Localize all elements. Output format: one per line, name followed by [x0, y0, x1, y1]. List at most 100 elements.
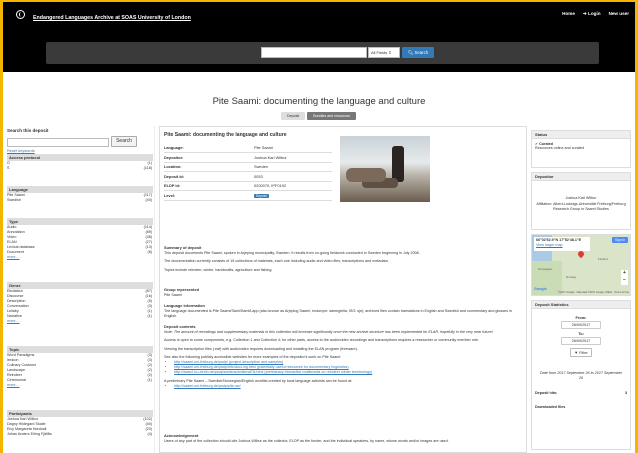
info-key: Depositor:	[164, 152, 254, 163]
facet-4: Topic Word Paradigms (3) lexicon (3) Culinary…	[7, 346, 153, 388]
info-key: Language:	[164, 143, 254, 153]
language-info-title: Language information	[164, 303, 205, 308]
view-larger-map-link[interactable]: View larger map	[536, 243, 588, 248]
info-key: ELDP Id:	[164, 181, 254, 191]
search-field-select[interactable]: All Fields ⇕	[368, 47, 400, 58]
external-link[interactable]: http://www2.hu-berlin.de/psdp/amilens/am…	[174, 370, 524, 375]
login-icon: ➔	[582, 11, 587, 16]
facet-title: Participants	[7, 410, 153, 417]
group-title: Group represented	[164, 287, 200, 292]
hits-value: 3	[624, 391, 627, 395]
info-value: Deposit	[254, 190, 332, 201]
filter-button[interactable]: ▼ Filter	[570, 348, 592, 357]
map-label-finland: Finland	[598, 257, 608, 261]
elar-logo-icon[interactable]	[16, 10, 25, 19]
facet-item[interactable]: Johan Anders Erling Fjällås (4)	[7, 432, 153, 437]
facet-more-link[interactable]: more....	[7, 383, 153, 388]
deposit-hits-row: Deposit hits: 3	[532, 391, 630, 395]
search-button[interactable]: 🔍︎ Search	[402, 47, 434, 58]
facet-title: Type	[7, 218, 153, 225]
date-range-text: Date from 2017 September 26 to 2017 Sept…	[540, 371, 622, 380]
group-section: Group represented Pite Saami	[164, 287, 524, 298]
map-label-norwegian: Norwegian	[538, 267, 553, 271]
info-value: 0053	[254, 171, 332, 182]
facet-item-label: Swedish	[7, 198, 21, 202]
to-date-input[interactable]: 26/09/2017	[561, 337, 601, 345]
deposit-search-input[interactable]	[7, 138, 109, 147]
facet-item-count: (1)	[147, 378, 152, 382]
nav-login-label: Login	[588, 11, 601, 16]
map-info-card: 66°02'52.9"N 17°52'48.1"E View larger ma…	[534, 237, 590, 251]
facet-item[interactable]: S (118)	[7, 166, 153, 171]
status-body: ✔ Curated Resources online and curated	[532, 139, 630, 153]
depositor-body: Joshua Karl Wilbur Affiliation: Albert-L…	[532, 181, 630, 216]
search-input[interactable]	[261, 47, 367, 58]
table-row: Level: Deposit	[164, 190, 332, 201]
contents-title: Deposit contents	[164, 324, 196, 329]
facet-3: Genre Elicitation (87) Discourse (16) Descrip…	[7, 282, 153, 324]
nav-login[interactable]: ➔ Login	[583, 11, 601, 17]
facet-title: Topic	[7, 346, 153, 353]
contents-section: Deposit contents Note: The amount of rec…	[164, 324, 524, 389]
info-value: Sweden	[254, 162, 332, 172]
search-field-value: All Fields	[371, 50, 388, 55]
deposit-stats-box: Deposit Statistics From: 26/09/2017 To: …	[531, 300, 631, 450]
page-tabs: Deposit Bundles and resources	[281, 112, 356, 120]
facet-0: Access protocol O (1) S (118)	[7, 154, 153, 171]
wordlist-link[interactable]: http://saami.uni-freiburg.de/psdp/pite-s…	[174, 384, 524, 389]
tab-bundles[interactable]: Bundles and resources	[307, 112, 356, 120]
info-value: Joshua Karl Wilbur	[254, 152, 332, 163]
location-map[interactable]: 66°02'52.9"N 17°52'48.1"E View larger ma…	[531, 234, 631, 296]
depositor-box: Depositor Joshua Karl Wilbur Affiliation…	[531, 172, 631, 230]
facet-title: Language	[7, 186, 153, 193]
facet-item[interactable]: Swedish (40)	[7, 198, 153, 203]
facet-item-count: (8)	[147, 250, 152, 254]
table-row: Location: Sweden	[164, 162, 332, 172]
summary-p1: This deposit documents Pite Saami, spoke…	[164, 251, 420, 256]
hits-label: Deposit hits:	[535, 391, 558, 395]
deposit-info-table: Language: Pite Saami Depositor: Joshua Kar…	[164, 143, 332, 201]
status-desc: Resources online and curated	[535, 146, 584, 150]
facet-title: Access protocol	[7, 154, 153, 161]
downloads-label: Downloaded files	[535, 405, 566, 409]
map-sign-in-button[interactable]: Sign in	[612, 237, 629, 243]
table-row: ELDP Id: 0200070, IPF0192	[164, 181, 332, 191]
top-nav: Home ➔ Login New user	[562, 11, 629, 17]
facet-more-link[interactable]: more....	[7, 255, 153, 260]
table-row: Deposit Id: 0053	[164, 171, 332, 182]
tab-deposit[interactable]: Deposit	[281, 112, 306, 120]
from-date-input[interactable]: 26/09/2017	[561, 321, 601, 329]
reset-keywords-link[interactable]: Reset keywords	[7, 148, 35, 153]
stats-title: Deposit Statistics	[532, 301, 630, 309]
nav-home[interactable]: Home	[562, 11, 575, 17]
to-label: To:	[578, 331, 584, 336]
table-row: Depositor: Joshua Karl Wilbur	[164, 152, 332, 163]
map-label-norway: Norway	[566, 275, 577, 279]
filter-icon: ▼	[574, 350, 579, 355]
ack-section: Acknowledgement Users of any part of the…	[164, 433, 524, 444]
facet-more-link[interactable]: more....	[7, 319, 153, 324]
nav-new-user[interactable]: New user	[609, 11, 629, 17]
page: Endangered Languages Archive at SOAS Uni…	[3, 2, 635, 453]
map-zoom-control[interactable]: + −	[621, 270, 628, 285]
deposit-heading: Pite Saami: documenting the language and…	[164, 132, 287, 138]
map-footer: ©2017 Google · Map data ©2017 Google, IN…	[558, 291, 629, 294]
group-text: Pite Saami	[164, 293, 182, 298]
facet-1: Language Pite Saami (117) Swedish (40)	[7, 186, 153, 203]
search-bar: All Fields ⇕ 🔍︎ Search	[46, 42, 599, 64]
search-icon: 🔍︎	[407, 50, 414, 55]
table-row: Language: Pite Saami	[164, 143, 332, 153]
brand-link[interactable]: Endangered Languages Archive at SOAS Uni…	[33, 11, 233, 26]
facet-2: Type Audio (114) Annotation (89) Video (38) ELA…	[7, 218, 153, 260]
facet-item-count: (1)	[147, 314, 152, 318]
deposit-photo	[340, 136, 430, 202]
deposit-search-button[interactable]: Search	[111, 136, 137, 147]
deposit-search-title: Search this deposit	[7, 128, 49, 133]
status-title: Status	[532, 131, 630, 139]
facet-item-label: Johan Anders Erling Fjällås	[7, 432, 52, 436]
summary-p3: Topics include reindeer, winter, handicr…	[164, 267, 273, 272]
facet-item-count: (118)	[143, 166, 152, 170]
select-arrows-icon: ⇕	[388, 50, 392, 55]
info-key: Deposit Id:	[164, 171, 254, 182]
facet-item-count: (40)	[145, 198, 152, 202]
